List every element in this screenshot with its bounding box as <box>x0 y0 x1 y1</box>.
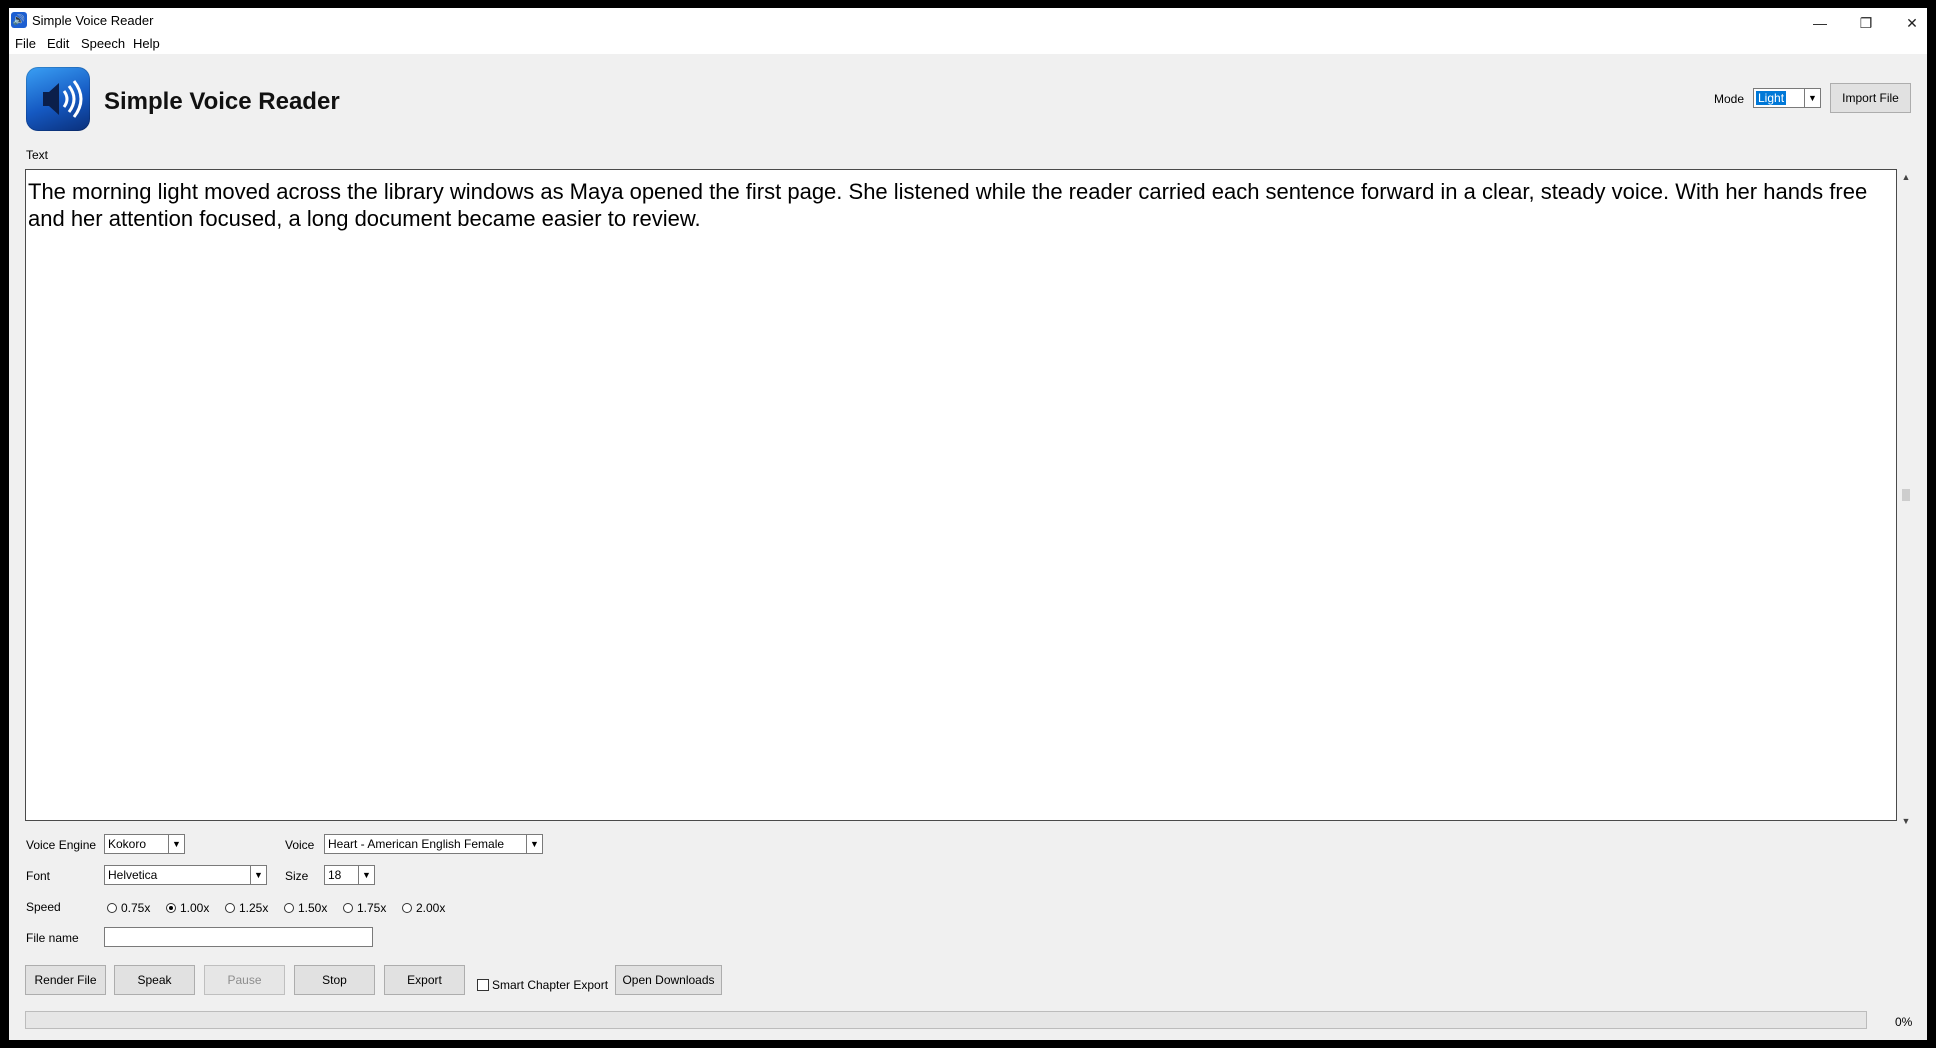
radio-selected-icon <box>166 903 176 913</box>
chevron-down-icon: ▼ <box>526 835 542 853</box>
speak-button[interactable]: Speak <box>114 965 195 995</box>
radio-icon <box>107 903 117 913</box>
window-title: Simple Voice Reader <box>32 13 154 28</box>
radio-icon <box>343 903 353 913</box>
progress-percent: 0% <box>1895 1015 1913 1029</box>
progress-bar <box>25 1011 1867 1029</box>
radio-icon <box>225 903 235 913</box>
scroll-down-icon[interactable]: ▼ <box>1898 813 1914 829</box>
filename-input[interactable] <box>104 927 373 947</box>
scroll-up-icon[interactable]: ▲ <box>1898 169 1914 185</box>
chevron-down-icon: ▼ <box>358 866 374 884</box>
speed-option-1-00[interactable]: 1.00x <box>166 901 209 915</box>
mode-label: Mode <box>1714 92 1745 106</box>
chevron-down-icon: ▼ <box>250 866 266 884</box>
smart-chapter-label[interactable]: Smart Chapter Export <box>492 978 608 992</box>
size-select[interactable]: 18 ▼ <box>324 865 375 885</box>
smart-chapter-checkbox[interactable] <box>477 979 489 991</box>
speed-label: Speed <box>26 900 61 914</box>
mode-select[interactable]: Light ▼ <box>1753 88 1821 108</box>
app-icon: 🔊 <box>11 12 27 28</box>
speed-option-0-75[interactable]: 0.75x <box>107 901 150 915</box>
menu-edit[interactable]: Edit <box>47 36 69 51</box>
radio-icon <box>402 903 412 913</box>
voice-engine-value: Kokoro <box>108 837 147 851</box>
speed-option-1-75[interactable]: 1.75x <box>343 901 386 915</box>
chevron-down-icon: ▼ <box>1804 89 1820 107</box>
mode-value: Light <box>1756 91 1787 105</box>
app-window: 🔊 Simple Voice Reader — ❐ ✕ File Edit Sp… <box>9 8 1927 1040</box>
text-editor[interactable]: The morning light moved across the libra… <box>25 169 1897 821</box>
voice-label: Voice <box>285 838 315 852</box>
menu-file[interactable]: File <box>15 36 36 51</box>
menu-speech[interactable]: Speech <box>81 36 125 51</box>
font-value: Helvetica <box>108 868 158 882</box>
chevron-down-icon: ▼ <box>168 835 184 853</box>
voice-engine-select[interactable]: Kokoro ▼ <box>104 834 185 854</box>
app-heading: Simple Voice Reader <box>104 88 340 115</box>
speaker-logo-icon <box>26 67 90 131</box>
speed-option-1-25[interactable]: 1.25x <box>225 901 268 915</box>
text-scrollbar[interactable]: ▲ ▼ <box>1898 169 1914 829</box>
export-button[interactable]: Export <box>384 965 465 995</box>
font-label: Font <box>26 869 51 883</box>
voice-select[interactable]: Heart - American English Female ▼ <box>324 834 543 854</box>
speed-option-2-00[interactable]: 2.00x <box>402 901 445 915</box>
filename-label: File name <box>26 931 79 945</box>
scroll-thumb[interactable] <box>1902 489 1910 501</box>
voice-engine-label: Voice Engine <box>26 838 97 852</box>
radio-icon <box>284 903 294 913</box>
text-label: Text <box>26 148 49 162</box>
stop-button[interactable]: Stop <box>294 965 375 995</box>
voice-value: Heart - American English Female <box>328 837 505 851</box>
import-file-button[interactable]: Import File <box>1830 83 1911 113</box>
pause-button[interactable]: Pause <box>204 965 285 995</box>
size-label: Size <box>285 869 309 883</box>
open-downloads-button[interactable]: Open Downloads <box>615 965 722 995</box>
menu-help[interactable]: Help <box>133 36 160 51</box>
size-value: 18 <box>328 868 342 882</box>
render-file-button[interactable]: Render File <box>25 965 106 995</box>
font-select[interactable]: Helvetica ▼ <box>104 865 267 885</box>
speed-option-1-50[interactable]: 1.50x <box>284 901 327 915</box>
menu-bar: File Edit Speech Help <box>9 32 1927 54</box>
